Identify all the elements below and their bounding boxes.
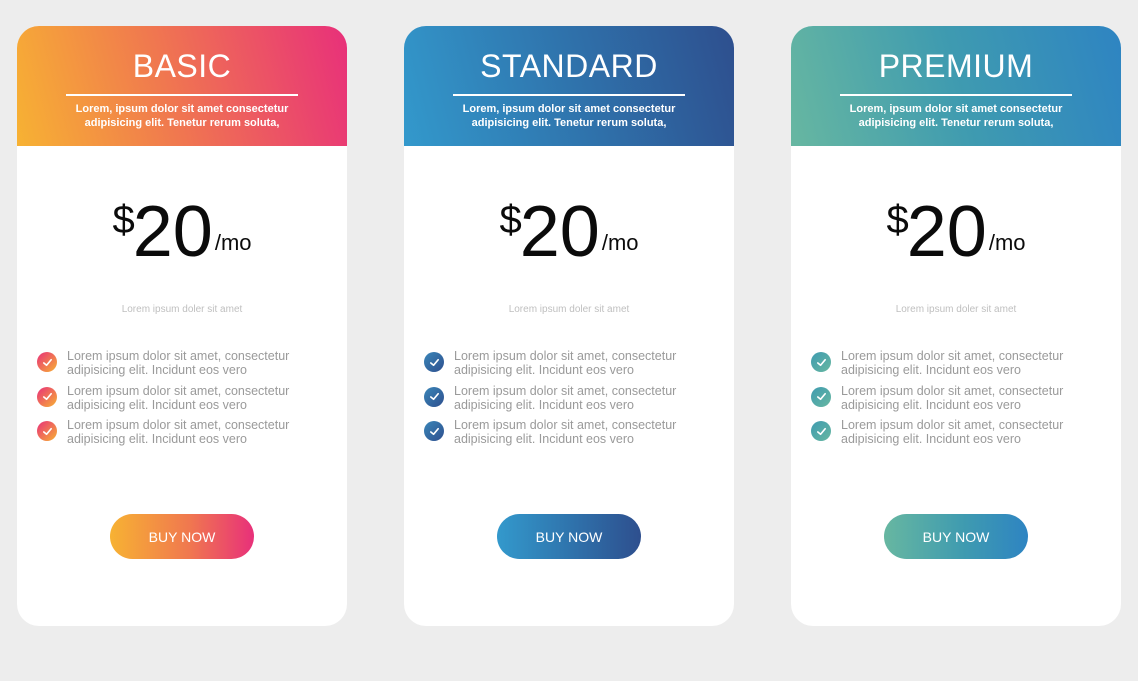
pricing-card-basic: BASIC Lorem, ipsum dolor sit amet consec…: [17, 26, 347, 626]
price-period: /mo: [601, 230, 639, 255]
feature-text: Lorem ipsum dolor sit amet, consectetur …: [454, 418, 677, 446]
feature-item: Lorem ipsum dolor sit amet, consectetur …: [811, 384, 1121, 419]
feature-item: Lorem ipsum dolor sit amet, consectetur …: [811, 349, 1121, 384]
price-subtitle: Lorem ipsum doler sit amet: [895, 304, 1017, 315]
card-header: BASIC Lorem, ipsum dolor sit amet consec…: [17, 26, 347, 146]
plan-description: Lorem, ipsum dolor sit amet consectetur …: [849, 103, 1063, 129]
pricing-card-standard: STANDARD Lorem, ipsum dolor sit amet con…: [404, 26, 734, 626]
card-header: PREMIUM Lorem, ipsum dolor sit amet cons…: [791, 26, 1121, 146]
price-currency: $: [886, 198, 909, 242]
price-amount: 20: [906, 192, 987, 272]
buy-now-button[interactable]: BUY NOW: [110, 514, 254, 559]
buy-now-button[interactable]: BUY NOW: [497, 514, 641, 559]
check-icon: [424, 421, 444, 441]
feature-text: Lorem ipsum dolor sit amet, consectetur …: [454, 349, 677, 377]
feature-list: Lorem ipsum dolor sit amet, consectetur …: [404, 349, 734, 453]
check-icon: [424, 386, 444, 407]
check-icon: [811, 352, 831, 372]
feature-text: Lorem ipsum dolor sit amet, consectetur …: [841, 383, 1064, 412]
price-currency: $: [499, 198, 522, 242]
feature-text: Lorem ipsum dolor sit amet, consectetur …: [841, 349, 1064, 377]
feature-list: Lorem ipsum dolor sit amet, consectetur …: [791, 349, 1121, 453]
feature-text: Lorem ipsum dolor sit amet, consectetur …: [67, 418, 290, 446]
price: $20/mo: [791, 196, 1121, 276]
check-icon: [811, 386, 831, 407]
feature-item: Lorem ipsum dolor sit amet, consectetur …: [37, 418, 347, 453]
plan-name: BASIC: [132, 48, 232, 84]
feature-item: Lorem ipsum dolor sit amet, consectetur …: [424, 384, 734, 419]
plan-description: Lorem, ipsum dolor sit amet consectetur …: [462, 103, 676, 129]
check-icon: [37, 386, 57, 407]
plan-name: PREMIUM: [878, 48, 1034, 84]
feature-item: Lorem ipsum dolor sit amet, consectetur …: [424, 418, 734, 453]
check-icon: [424, 352, 444, 372]
pricing-card-premium: PREMIUM Lorem, ipsum dolor sit amet cons…: [791, 26, 1121, 626]
price-currency: $: [112, 198, 135, 242]
header-divider: [840, 94, 1072, 96]
feature-text: Lorem ipsum dolor sit amet, consectetur …: [67, 383, 290, 412]
price-subtitle: Lorem ipsum doler sit amet: [508, 304, 630, 315]
feature-item: Lorem ipsum dolor sit amet, consectetur …: [37, 384, 347, 419]
feature-text: Lorem ipsum dolor sit amet, consectetur …: [454, 383, 677, 412]
feature-item: Lorem ipsum dolor sit amet, consectetur …: [37, 349, 347, 384]
feature-item: Lorem ipsum dolor sit amet, consectetur …: [424, 349, 734, 384]
check-icon: [37, 352, 57, 372]
price-amount: 20: [519, 192, 600, 272]
plan-name: STANDARD: [480, 48, 658, 84]
check-icon: [811, 421, 831, 441]
feature-list: Lorem ipsum dolor sit amet, consectetur …: [17, 349, 347, 453]
price-period: /mo: [214, 230, 252, 255]
feature-item: Lorem ipsum dolor sit amet, consectetur …: [811, 418, 1121, 453]
plan-description: Lorem, ipsum dolor sit amet consectetur …: [75, 103, 289, 129]
card-header: STANDARD Lorem, ipsum dolor sit amet con…: [404, 26, 734, 146]
check-icon: [37, 421, 57, 441]
buy-now-button[interactable]: BUY NOW: [884, 514, 1028, 559]
header-divider: [453, 94, 685, 96]
price-subtitle: Lorem ipsum doler sit amet: [121, 304, 243, 315]
pricing-table: BASIC Lorem, ipsum dolor sit amet consec…: [0, 0, 1138, 681]
price: $20/mo: [404, 196, 734, 276]
header-divider: [66, 94, 298, 96]
price-amount: 20: [132, 192, 213, 272]
price: $20/mo: [17, 196, 347, 276]
feature-text: Lorem ipsum dolor sit amet, consectetur …: [841, 418, 1064, 446]
price-period: /mo: [988, 230, 1026, 255]
feature-text: Lorem ipsum dolor sit amet, consectetur …: [67, 349, 290, 377]
